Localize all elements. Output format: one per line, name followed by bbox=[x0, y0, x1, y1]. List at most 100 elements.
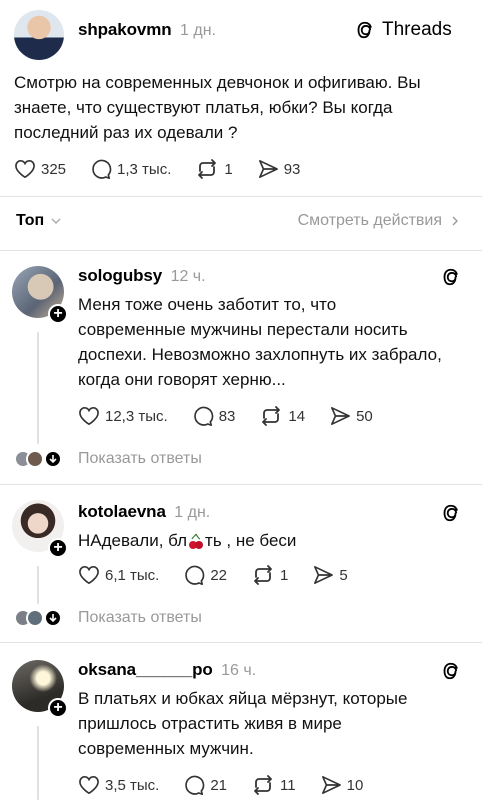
thread-line bbox=[37, 566, 39, 604]
repost-count: 1 bbox=[224, 160, 233, 178]
reply-username[interactable]: oksana______po bbox=[78, 660, 213, 679]
heart-icon bbox=[79, 406, 99, 426]
repost-icon bbox=[262, 406, 281, 426]
like-count: 325 bbox=[41, 160, 67, 178]
share-count: 93 bbox=[283, 160, 301, 178]
reply-username[interactable]: sologubsy bbox=[78, 266, 162, 285]
reply-actions: 3,5 тыс. 21 11 10 bbox=[78, 774, 387, 796]
follow-button[interactable]: + bbox=[48, 698, 68, 718]
post-header: shpakovmn 1 дн. bbox=[78, 20, 216, 40]
comment-icon bbox=[185, 775, 205, 795]
threads-brand-label: Threads bbox=[382, 19, 452, 40]
reply-avatars-stack bbox=[14, 609, 66, 627]
plus-icon: + bbox=[53, 699, 63, 716]
repost-button[interactable]: 14 bbox=[259, 405, 305, 427]
repost-icon bbox=[198, 159, 217, 179]
like-count: 12,3 тыс. bbox=[105, 407, 168, 425]
like-button[interactable]: 3,5 тыс. bbox=[78, 775, 159, 795]
comment-icon bbox=[185, 565, 205, 585]
share-button[interactable]: 5 bbox=[312, 565, 348, 585]
reply-text: В платьях и юбках яйца мёрзнут, которые … bbox=[78, 689, 408, 758]
avatar bbox=[26, 609, 44, 627]
arrow-down-icon bbox=[44, 450, 62, 468]
comment-count: 22 bbox=[210, 566, 228, 584]
comment-count: 83 bbox=[218, 407, 236, 425]
comment-icon bbox=[193, 406, 213, 426]
share-icon bbox=[321, 776, 341, 794]
reply-actions: 12,3 тыс. 83 14 50 bbox=[78, 405, 397, 427]
like-count: 3,5 тыс. bbox=[105, 776, 160, 794]
thread-line bbox=[37, 332, 39, 444]
like-button[interactable]: 12,3 тыс. bbox=[78, 406, 168, 426]
repost-button[interactable]: 1 bbox=[251, 564, 288, 586]
like-count: 6,1 тыс. bbox=[105, 566, 160, 584]
comment-count: 21 bbox=[210, 776, 228, 794]
repost-button[interactable]: 11 bbox=[251, 774, 296, 796]
post-time: 1 дн. bbox=[180, 22, 216, 39]
follow-button[interactable]: + bbox=[48, 304, 68, 324]
thread-line bbox=[37, 726, 39, 800]
repost-count: 1 bbox=[280, 566, 289, 584]
threads-brand: Threads bbox=[356, 19, 452, 41]
repost-button[interactable]: 1 bbox=[195, 158, 233, 180]
cherry-emoji-icon bbox=[188, 532, 204, 550]
share-icon bbox=[331, 407, 350, 425]
chevron-down-icon bbox=[51, 218, 61, 224]
reply-username[interactable]: kotolaevna bbox=[78, 502, 166, 521]
show-replies-link[interactable]: Показать ответы bbox=[78, 609, 202, 627]
view-activity-label: Смотреть действия bbox=[297, 212, 442, 229]
reply-header: oksana______po 16 ч. bbox=[78, 660, 256, 680]
reply-time: 16 ч. bbox=[221, 662, 257, 679]
post-text: Смотрю на современных девчонок и офигива… bbox=[14, 73, 421, 142]
repost-count: 14 bbox=[288, 407, 306, 425]
repost-icon bbox=[254, 775, 272, 795]
author-username[interactable]: shpakovmn bbox=[78, 20, 172, 39]
heart-icon bbox=[79, 565, 99, 585]
view-activity-link[interactable]: Смотреть действия bbox=[298, 212, 460, 230]
author-avatar[interactable] bbox=[14, 10, 64, 60]
post-actions: 325 1,3 тыс. 1 93 bbox=[14, 158, 324, 180]
heart-icon bbox=[15, 159, 35, 179]
share-count: 50 bbox=[356, 407, 373, 425]
comment-button[interactable]: 22 bbox=[183, 564, 227, 586]
divider bbox=[0, 196, 482, 197]
like-button[interactable]: 325 bbox=[14, 159, 66, 179]
reply-text: НАдевали, бл ть , не беси bbox=[78, 528, 448, 553]
threads-logo-icon bbox=[356, 19, 376, 41]
reply-actions: 6,1 тыс. 22 1 5 bbox=[78, 564, 372, 586]
share-button[interactable]: 93 bbox=[257, 159, 301, 179]
sort-dropdown[interactable]: Топ bbox=[16, 212, 62, 230]
share-icon bbox=[258, 160, 278, 178]
share-button[interactable]: 10 bbox=[320, 775, 363, 795]
comment-button[interactable]: 1,3 тыс. bbox=[90, 158, 171, 180]
arrow-down-icon bbox=[44, 609, 62, 627]
threads-logo-icon bbox=[442, 502, 462, 529]
divider bbox=[0, 642, 482, 643]
plus-icon: + bbox=[53, 539, 63, 556]
share-icon bbox=[314, 566, 334, 584]
share-count: 5 bbox=[339, 566, 348, 584]
follow-button[interactable]: + bbox=[48, 538, 68, 558]
comment-icon bbox=[92, 159, 112, 179]
plus-icon: + bbox=[53, 305, 63, 322]
comment-button[interactable]: 21 bbox=[183, 774, 227, 796]
chevron-right-icon bbox=[452, 216, 458, 226]
repost-icon bbox=[254, 565, 272, 585]
reply-header: kotolaevna 1 дн. bbox=[78, 502, 210, 522]
divider bbox=[0, 250, 482, 251]
share-button[interactable]: 50 bbox=[329, 406, 373, 426]
heart-icon bbox=[79, 775, 99, 795]
reply-time: 12 ч. bbox=[170, 268, 206, 285]
reply-text-part: ть , не беси bbox=[205, 531, 297, 550]
comment-button[interactable]: 83 bbox=[192, 405, 236, 427]
repost-count: 11 bbox=[280, 776, 296, 794]
sort-label: Топ bbox=[16, 212, 45, 229]
comment-count: 1,3 тыс. bbox=[117, 160, 172, 178]
show-replies-link[interactable]: Показать ответы bbox=[78, 450, 202, 468]
threads-logo-icon bbox=[442, 660, 462, 687]
divider bbox=[0, 484, 482, 485]
reply-header: sologubsy 12 ч. bbox=[78, 266, 206, 286]
reply-avatars-stack bbox=[14, 450, 66, 468]
reply-text-part: НАдевали, бл bbox=[78, 531, 188, 550]
like-button[interactable]: 6,1 тыс. bbox=[78, 565, 159, 585]
